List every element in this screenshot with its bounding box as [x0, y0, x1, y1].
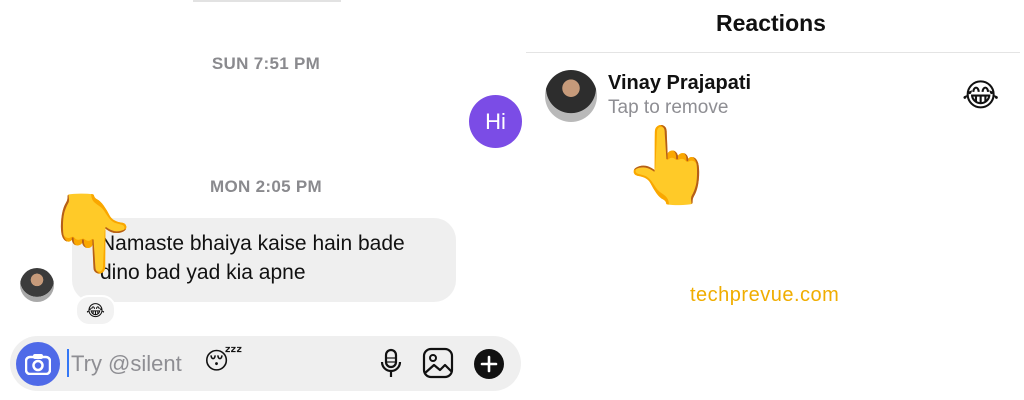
- sleeping-face-emoji: 😴: [204, 348, 243, 375]
- message-input[interactable]: Try @silent: [71, 351, 182, 377]
- microphone-icon: [380, 348, 402, 377]
- gallery-button[interactable]: [421, 346, 455, 380]
- gallery-icon: [422, 347, 454, 379]
- add-button[interactable]: [472, 347, 505, 380]
- divider: [526, 52, 1020, 53]
- reaction-emoji: 😂: [962, 77, 1000, 113]
- reaction-chip[interactable]: 😂: [75, 295, 116, 326]
- camera-button[interactable]: [16, 342, 60, 386]
- text-caret: [67, 349, 69, 377]
- message-line: Namaste bhaiya kaise hain bade: [100, 232, 405, 255]
- pointing-down-hand-icon: 👇: [44, 191, 139, 276]
- reactions-title: Reactions: [716, 10, 826, 36]
- timestamp: MON 2:05 PM: [210, 177, 322, 196]
- watermark: techprevue.com: [690, 284, 840, 306]
- reactor-name[interactable]: Vinay Prajapati: [608, 72, 751, 95]
- pointing-up-hand-icon: 👆: [622, 123, 717, 208]
- microphone-button[interactable]: [377, 347, 405, 381]
- sent-message-bubble[interactable]: Hi: [469, 95, 522, 148]
- tap-to-remove-label[interactable]: Tap to remove: [608, 97, 728, 119]
- message-line: dino bad yad kia apne: [100, 261, 306, 284]
- avatar[interactable]: [545, 70, 597, 122]
- top-bar: [193, 0, 341, 2]
- camera-icon: [25, 354, 51, 375]
- timestamp: SUN 7:51 PM: [211, 54, 321, 73]
- add-icon: [473, 348, 504, 379]
